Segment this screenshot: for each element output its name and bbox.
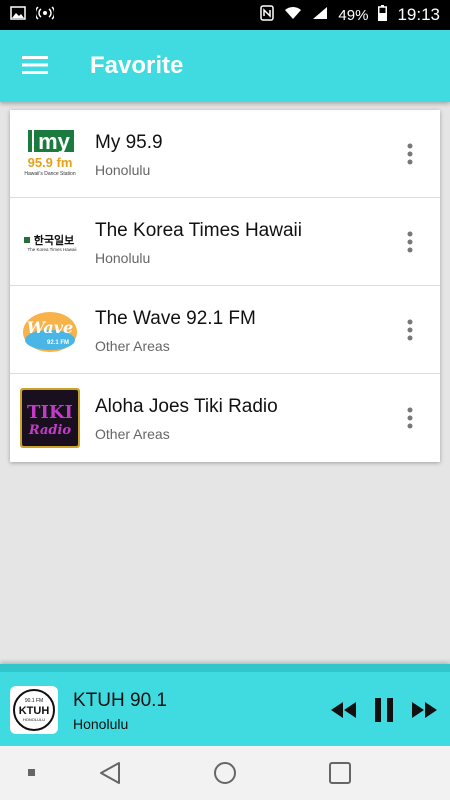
pause-icon[interactable] (370, 696, 398, 724)
logo-brand: 한국일보 (34, 233, 74, 247)
app-bar: Favorite (0, 30, 450, 102)
logo-brand: KTUH (19, 705, 50, 717)
battery-level: 49% (338, 6, 369, 24)
station-name: The Korea Times Hawaii (95, 220, 302, 241)
more-options-icon[interactable] (398, 316, 422, 344)
now-playing-location: Honolulu (73, 716, 129, 732)
more-options-icon[interactable] (398, 140, 422, 168)
logo-brand: Wave (27, 318, 73, 337)
favorites-list: my 95.9 fm Hawaii's Dance Station My 95.… (10, 110, 440, 462)
my959-logo: my 95.9 fm Hawaii's Dance Station (20, 124, 80, 184)
back-icon[interactable] (96, 759, 124, 787)
list-item[interactable]: my 95.9 fm Hawaii's Dance Station My 95.… (10, 110, 440, 198)
now-playing-station: KTUH 90.1 (73, 690, 167, 711)
logo-brand: my (38, 129, 71, 154)
nfc-icon (260, 5, 275, 25)
ktuh-logo: 90.1 FM KTUH HONOLULU (10, 686, 58, 734)
station-name: My 95.9 (95, 132, 163, 153)
tiki-radio-logo: TIKI Radio (20, 388, 80, 448)
now-playing-bar[interactable]: 90.1 FM KTUH HONOLULU KTUH 90.1 Honolulu (0, 664, 450, 746)
logo-brand: TIKI (27, 402, 73, 423)
list-item[interactable]: TIKI Radio Aloha Joes Tiki Radio Other A… (10, 374, 440, 462)
status-bar: 49% 19:13 (0, 0, 450, 30)
korea-times-logo: 한국일보 The Korea Times Hawaii (20, 212, 80, 272)
station-location: Honolulu (95, 250, 151, 266)
logo-frequency: 92.1 FM (47, 340, 69, 346)
overview-icon[interactable] (326, 759, 354, 787)
logo-frequency: 95.9 fm (28, 155, 73, 170)
station-name: The Wave 92.1 FM (95, 308, 256, 329)
system-nav-bar (0, 746, 450, 800)
more-options-icon[interactable] (398, 228, 422, 256)
home-icon[interactable] (211, 759, 239, 787)
logo-frequency: 90.1 FM (25, 698, 43, 704)
clock: 19:13 (397, 5, 440, 24)
station-location: Other Areas (95, 338, 170, 354)
recent-dot-icon[interactable] (18, 759, 46, 787)
the-wave-logo: Wave 92.1 FM (20, 300, 80, 360)
list-item[interactable]: 한국일보 The Korea Times Hawaii The Korea Ti… (10, 198, 440, 286)
logo-sub: HONOLULU (23, 717, 45, 722)
station-name: Aloha Joes Tiki Radio (95, 396, 278, 417)
list-item[interactable]: Wave 92.1 FM The Wave 92.1 FM Other Area… (10, 286, 440, 374)
page-title: Favorite (90, 52, 184, 79)
hotspot-icon (34, 6, 56, 24)
player-divider (0, 664, 450, 672)
logo-tagline: The Korea Times Hawaii (27, 247, 76, 252)
fast-forward-icon[interactable] (410, 696, 438, 724)
battery-icon (378, 5, 388, 25)
station-location: Honolulu (95, 162, 151, 178)
rewind-icon[interactable] (330, 696, 358, 724)
logo-sub: Radio (28, 423, 72, 438)
logo-tagline: Hawaii's Dance Station (24, 171, 75, 177)
wifi-icon (284, 6, 302, 24)
image-icon (10, 6, 26, 24)
more-options-icon[interactable] (398, 404, 422, 432)
signal-icon (312, 6, 328, 24)
hamburger-icon[interactable] (18, 50, 52, 80)
station-location: Other Areas (95, 426, 170, 442)
